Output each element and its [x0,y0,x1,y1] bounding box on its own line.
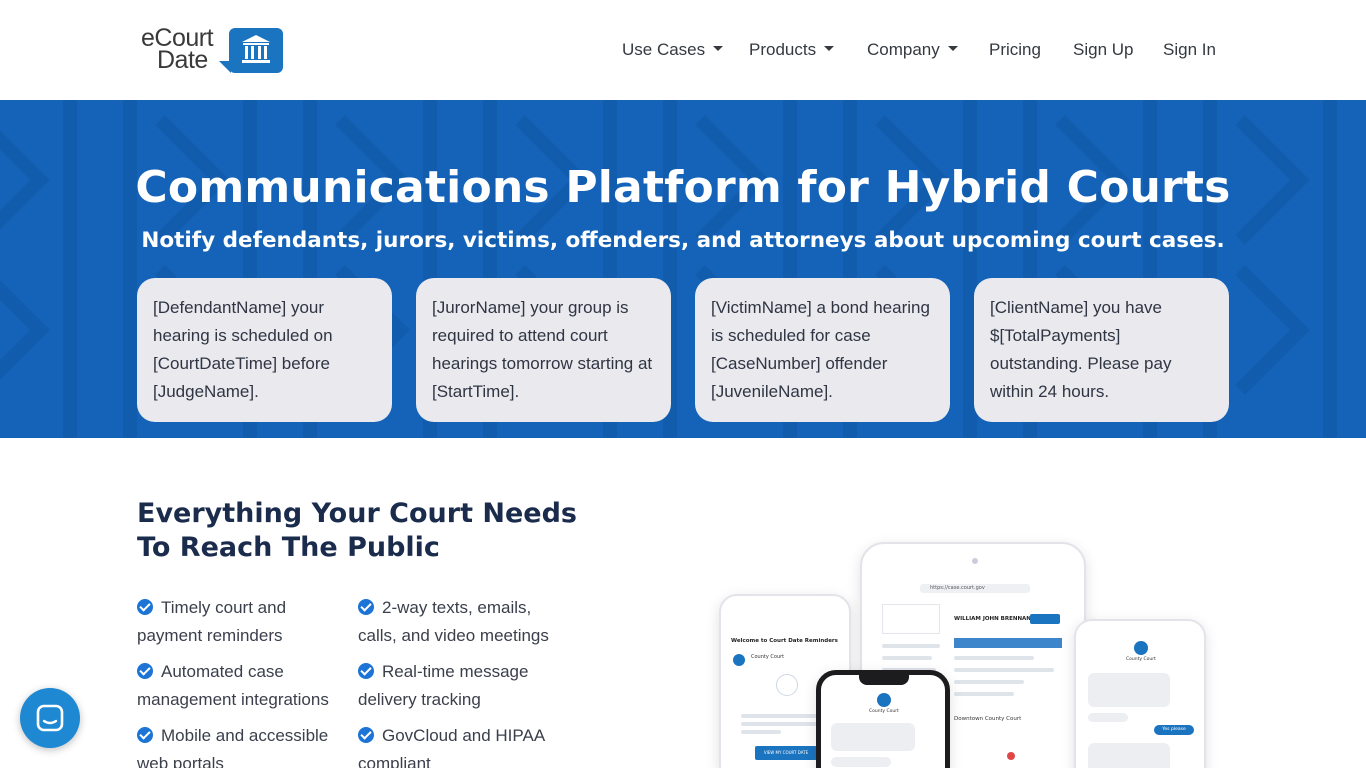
received-bubble [831,723,915,751]
nav-company-label: Company [867,40,940,59]
map-pin-icon [1007,752,1015,760]
text-line [741,730,781,734]
tablet-menu-button [1030,614,1060,624]
top-navigation: eCourt Date Use Cases Products Company P… [0,0,1366,100]
feature-label: Automated case management integrations [137,662,329,709]
camera-dot [972,558,978,564]
feature-item: Automated case management integrations [137,658,352,714]
check-circle-icon [137,599,153,615]
hero-subtitle: Notify defendants, jurors, victims, offe… [141,228,1225,253]
feature-item: Timely court and payment reminders [137,594,352,650]
nav-products-label: Products [749,40,817,59]
hero-title: Communications Platform for Hybrid Court… [135,162,1231,213]
courthouse-icon [229,28,283,73]
nav-use-cases[interactable]: Use Cases [622,40,724,60]
tablet-date-bar [954,638,1062,648]
phone-mockup-right: County Court Yes please [1074,619,1206,768]
chevron-down-icon [947,46,958,52]
chat-widget-button[interactable] [20,688,80,748]
feature-label: Mobile and accessible web portals [137,726,329,768]
nav-company[interactable]: Company [867,40,958,60]
text-line [954,668,1054,672]
view-court-date-button: VIEW MY COURT DATE [755,746,817,760]
received-bubble [1088,743,1170,768]
received-bubble [1088,673,1170,707]
feature-label: GovCloud and HIPAA compliant [358,726,545,768]
phone-notch [859,675,909,685]
check-circle-icon [137,663,153,679]
text-line [882,656,932,660]
nav-sign-in[interactable]: Sign In [1163,40,1216,60]
nav-use-cases-label: Use Cases [622,40,706,59]
text-line [954,656,1034,660]
phone-left-header: Welcome to Court Date Reminders [731,638,838,644]
chevron-down-icon [824,46,835,52]
message-card-defendant: [DefendantName] your hearing is schedule… [137,278,392,422]
message-card-victim: [VictimName] a bond hearing is scheduled… [695,278,950,422]
feature-label: Timely court and payment reminders [137,598,287,645]
tablet-url-bar: https://case.court.gov [920,584,1030,593]
check-circle-icon [358,727,374,743]
message-card-juror: [JurorName] your group is required to at… [416,278,671,422]
text-line [954,680,1024,684]
feature-label: Real-time message delivery tracking [358,662,529,709]
phone-mockup-center: County Court [816,670,950,768]
ecourtdate-logo[interactable]: eCourt Date [141,26,286,75]
text-line [741,722,825,726]
scales-icon [776,674,798,696]
chevron-down-icon [713,46,724,52]
phone-left-sender: County Court [751,654,785,660]
tablet-court-name: Downtown County Court [954,716,1022,722]
logo-line-2: Date [157,46,208,74]
chat-icon [36,704,64,732]
check-circle-icon [137,727,153,743]
sent-bubble: Yes please [1154,725,1194,735]
sender-avatar [877,693,891,707]
sender-avatar [1134,641,1148,655]
feature-item: Mobile and accessible web portals [137,722,352,768]
logo-wordmark: eCourt Date [141,26,214,74]
sender-avatar [733,654,745,666]
feature-item: Real-time message delivery tracking [358,658,573,714]
nav-products[interactable]: Products [749,40,835,60]
tablet-logo-box [882,604,940,634]
nav-pricing[interactable]: Pricing [989,40,1041,60]
received-bubble [831,757,891,767]
text-line [882,644,940,648]
nav-sign-up[interactable]: Sign Up [1073,40,1133,60]
message-card-client: [ClientName] you have $[TotalPayments] o… [974,278,1229,422]
hero-banner: Communications Platform for Hybrid Court… [0,100,1366,438]
phone-center-sender: County Court [869,709,899,714]
tablet-person-name: WILLIAM JOHN BRENNAN [954,616,1031,622]
text-line [954,692,1014,696]
check-circle-icon [358,599,374,615]
received-bubble [1088,713,1128,722]
feature-item: 2-way texts, emails, calls, and video me… [358,594,573,650]
features-title: Everything Your Court Needs To Reach The… [137,498,577,563]
feature-label: 2-way texts, emails, calls, and video me… [358,598,549,645]
feature-item: GovCloud and HIPAA compliant [358,722,573,768]
phone-right-sender: County Court [1126,657,1156,662]
check-circle-icon [358,663,374,679]
